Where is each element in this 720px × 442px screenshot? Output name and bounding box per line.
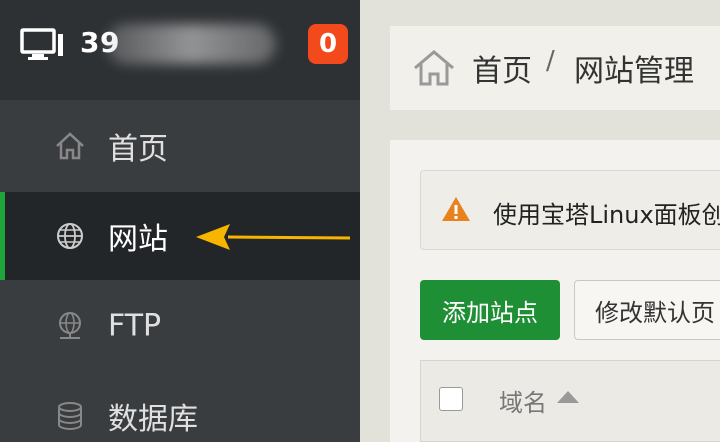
column-header-domain[interactable]: 域名	[499, 383, 547, 418]
sidebar-item-label: FTP	[108, 308, 162, 344]
breadcrumb-separator: /	[546, 46, 555, 76]
table-header: 域名	[420, 360, 720, 442]
modify-default-page-button[interactable]: 修改默认页	[574, 280, 720, 340]
sidebar-item-label: 数据库	[108, 402, 198, 437]
globe-icon	[57, 223, 83, 249]
main-content: 首页 / 网站管理 使用宝塔Linux面板创 添加站点 修改默认页 域名	[360, 0, 720, 442]
sidebar-item-home[interactable]: 首页	[0, 102, 360, 190]
ip-blur-mask	[106, 24, 276, 64]
sort-ascending-icon[interactable]	[557, 391, 579, 403]
sidebar-item-database[interactable]: 数据库	[0, 372, 360, 442]
database-icon	[58, 402, 82, 431]
home-icon[interactable]	[412, 48, 456, 88]
sidebar-item-ftp[interactable]: FTP	[0, 282, 360, 370]
active-indicator	[0, 192, 5, 280]
server-header: 39 0	[0, 0, 360, 100]
monitor-icon	[20, 28, 63, 60]
warning-icon	[442, 197, 470, 221]
site-panel: 使用宝塔Linux面板创 添加站点 修改默认页 域名	[390, 140, 720, 442]
breadcrumb-current: 网站管理	[574, 54, 694, 89]
breadcrumb-home[interactable]: 首页	[472, 46, 532, 90]
add-site-button[interactable]: 添加站点	[420, 280, 560, 340]
home-icon	[56, 132, 84, 160]
info-alert: 使用宝塔Linux面板创	[420, 170, 720, 250]
ftp-globe-icon	[59, 312, 81, 339]
sidebar-item-label: 网站	[108, 222, 168, 257]
alert-text: 使用宝塔Linux面板创	[493, 201, 720, 229]
annotation-arrow-icon	[196, 224, 351, 250]
sidebar-item-label: 首页	[108, 132, 168, 167]
breadcrumb: 首页 / 网站管理	[390, 26, 720, 110]
notification-badge[interactable]: 0	[308, 24, 348, 64]
select-all-checkbox[interactable]	[439, 387, 463, 411]
